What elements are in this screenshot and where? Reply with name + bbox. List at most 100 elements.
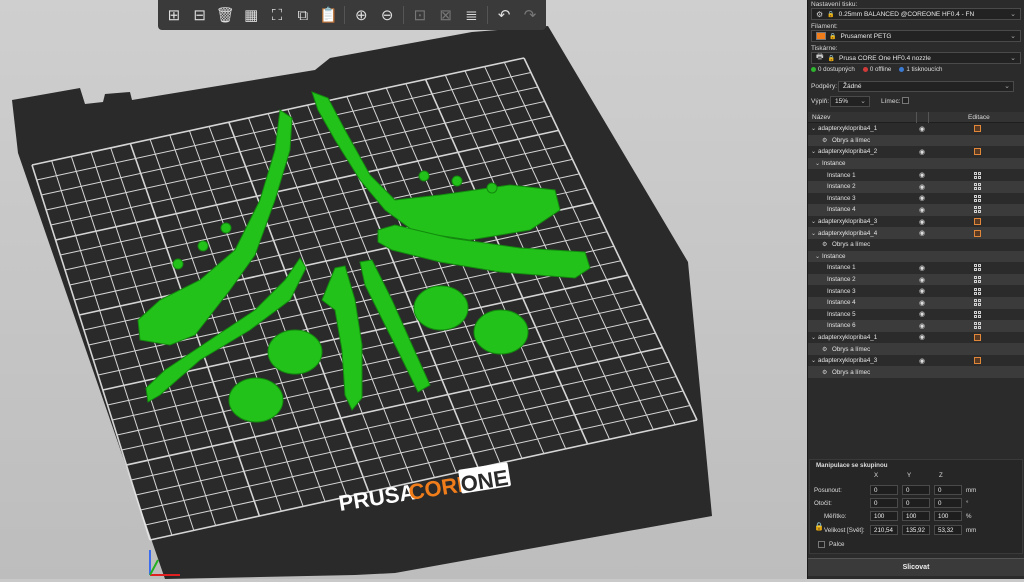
instance-settings-icon[interactable] [974,171,981,179]
edit-settings-icon[interactable] [974,357,981,365]
expand-icon[interactable]: ⌄ [811,218,816,225]
object-row[interactable]: ⌄ adapterxyklopriba4_3 ◉ [808,355,1024,367]
expand-icon[interactable]: ⌄ [811,357,816,364]
visibility-eye-icon[interactable]: ◉ [919,276,925,284]
visibility-eye-icon[interactable]: ◉ [919,264,925,272]
scale-z[interactable]: 100 [934,511,962,521]
edit-settings-icon[interactable] [974,229,981,237]
visibility-eye-icon[interactable]: ◉ [919,148,925,156]
infill-combo[interactable]: 15% ⌄ [830,96,870,107]
instance-row[interactable]: Instance 4 ◉ [808,296,1024,309]
expand-icon[interactable]: ⌄ [811,230,816,237]
rotation-x[interactable]: 0 [870,498,898,508]
arrange-icon[interactable]: ▦ [241,5,261,25]
remove-instance-icon[interactable]: ⊖ [377,5,397,25]
visibility-eye-icon[interactable]: ◉ [919,171,925,179]
supports-combo[interactable]: Žádné ⌄ [838,81,1014,92]
delete-icon[interactable]: ⊟ [190,5,210,25]
object-row[interactable]: ⌄ adapterxyklopriba4_3 ◉ [808,216,1024,228]
arrange-selection-icon[interactable]: ⛶ [267,5,287,25]
print-settings-combo[interactable]: ⚙ 🔒 0.25mm BALANCED @COREONE HF0.4 - FN … [811,8,1021,20]
instance-settings-icon[interactable] [974,299,981,307]
rotation-y[interactable]: 0 [902,498,930,508]
3d-viewport[interactable]: PRUSA CORE ONE ⊞ ⊟ 🗑 ▦ ⛶ ⧉ 📋 ⊕ ⊖ ⊡ ⊠ ≣ ↶… [0,0,807,579]
filament-combo[interactable]: 🔒 Prusament PETG ⌄ [811,30,1021,42]
split-parts-icon[interactable]: ⊠ [436,5,456,25]
visibility-eye-icon[interactable]: ◉ [919,218,925,226]
instance-row[interactable]: Instance 2 ◉ [808,180,1024,193]
object-row[interactable]: ⌄ adapterxyklopriba4_1 ◉ [808,123,1024,135]
size-z[interactable]: 53,32 [934,525,962,535]
visibility-eye-icon[interactable]: ◉ [919,125,925,133]
add-object-icon[interactable]: ⊞ [164,5,184,25]
size-y[interactable]: 135,92 [902,525,930,535]
edit-settings-icon[interactable] [974,333,981,341]
rotation-z[interactable]: 0 [934,498,962,508]
visibility-eye-icon[interactable]: ◉ [919,183,925,191]
position-y[interactable]: 0 [902,485,930,495]
position-z[interactable]: 0 [934,485,962,495]
visibility-eye-icon[interactable]: ◉ [919,206,925,214]
instances-group-row[interactable]: ⌄ Instance [808,250,1024,263]
size-x[interactable]: 210,54 [870,525,898,535]
instance-settings-icon[interactable] [974,322,981,330]
skirt-brim-row[interactable]: ⚙ Obrys a límec [808,239,1024,251]
visibility-eye-icon[interactable]: ◉ [919,229,925,237]
instance-row[interactable]: Instance 3 ◉ [808,193,1024,205]
instance-settings-icon[interactable] [974,264,981,272]
visibility-eye-icon[interactable]: ◉ [919,287,925,295]
expand-icon[interactable]: ⌄ [815,160,820,167]
edit-settings-icon[interactable] [974,125,981,133]
visibility-eye-icon[interactable]: ◉ [919,310,925,318]
instance-settings-icon[interactable] [974,206,981,214]
instance-row[interactable]: Instance 2 ◉ [808,273,1024,286]
instance-settings-icon[interactable] [974,310,981,318]
skirt-brim-row[interactable]: ⚙ Obrys a límec [808,343,1024,355]
brim-checkbox[interactable] [902,97,909,104]
printer-combo[interactable]: 🖶 🔒 Prusa CORE One HF0.4 nozzle ⌄ [811,52,1021,64]
skirt-brim-row[interactable]: ⚙ Obrys a límec [808,134,1024,147]
scale-y[interactable]: 100 [902,511,930,521]
visibility-eye-icon[interactable]: ◉ [919,333,925,341]
instance-row[interactable]: Instance 4 ◉ [808,204,1024,216]
instance-row[interactable]: Instance 6 ◉ [808,320,1024,332]
redo-icon[interactable]: ↷ [520,5,540,25]
visibility-eye-icon[interactable]: ◉ [919,299,925,307]
instance-settings-icon[interactable] [974,183,981,191]
copy-icon[interactable]: ⧉ [293,5,313,25]
expand-icon[interactable]: ⌄ [811,125,816,132]
paste-icon[interactable]: 📋 [319,5,339,25]
add-instance-icon[interactable]: ⊕ [351,5,371,25]
instance-row[interactable]: Instance 1 ◉ [808,169,1024,181]
skirt-brim-row[interactable]: ⚙ Obrys a límec [808,366,1024,379]
expand-icon[interactable]: ⌄ [811,334,816,341]
undo-icon[interactable]: ↶ [494,5,514,25]
edit-settings-icon[interactable] [974,218,981,226]
instance-settings-icon[interactable] [974,194,981,202]
instances-group-row[interactable]: ⌄ Instance [808,157,1024,170]
edit-settings-icon[interactable] [974,148,981,156]
expand-icon[interactable]: ⌄ [811,148,816,155]
object-row[interactable]: ⌄ adapterxyklopriba4_1 ◉ [808,332,1024,344]
filament-color-swatch[interactable] [816,32,826,40]
print-bed-scene[interactable]: PRUSA CORE ONE [0,0,807,579]
expand-icon[interactable]: ⌄ [815,253,820,260]
visibility-eye-icon[interactable]: ◉ [919,322,925,330]
scale-x[interactable]: 100 [870,511,898,521]
instance-row[interactable]: Instance 3 ◉ [808,285,1024,297]
object-row[interactable]: ⌄ adapterxyklopriba4_4 ◉ [808,227,1024,239]
instance-row[interactable]: Instance 1 ◉ [808,262,1024,274]
lock-icon[interactable]: 🔒 [814,522,824,531]
instance-row[interactable]: Instance 5 ◉ [808,309,1024,321]
inches-checkbox[interactable] [818,541,825,548]
visibility-eye-icon[interactable]: ◉ [919,357,925,365]
instance-settings-icon[interactable] [974,276,981,284]
instance-settings-icon[interactable] [974,287,981,295]
split-objects-icon[interactable]: ⊡ [410,5,430,25]
delete-all-icon[interactable]: 🗑 [216,5,236,25]
layers-editing-icon[interactable]: ≣ [462,5,482,25]
slice-button[interactable]: Slicovat [808,558,1024,576]
visibility-eye-icon[interactable]: ◉ [919,194,925,202]
object-list[interactable]: ⌄ adapterxyklopriba4_1 ◉ ⚙ Obrys a límec ⌄ ada… [808,123,1024,381]
object-row[interactable]: ⌄ adapterxyklopriba4_2 ◉ [808,146,1024,158]
